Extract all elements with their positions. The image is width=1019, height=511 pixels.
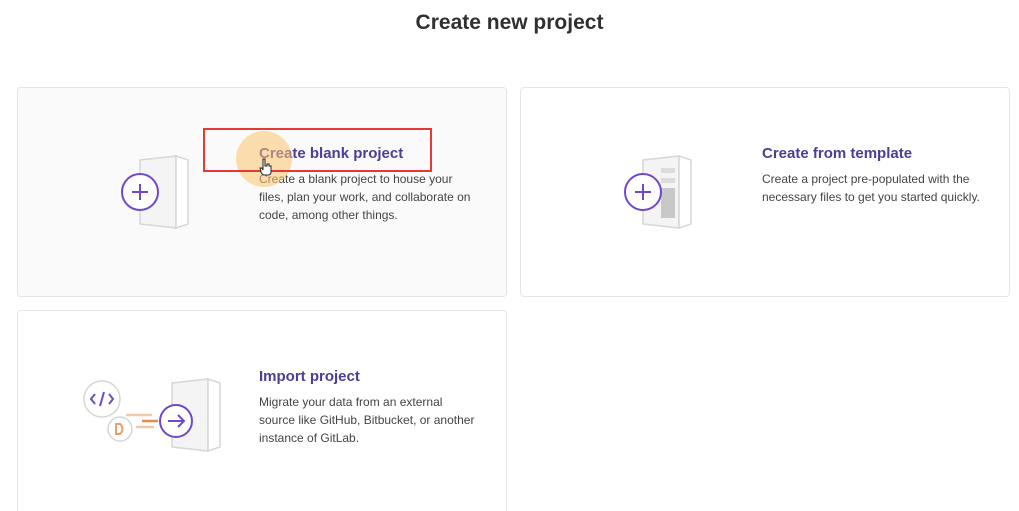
import-project-card[interactable]: Import project Migrate your data from an…	[17, 310, 507, 511]
import-card-description: Migrate your data from an external sourc…	[259, 395, 475, 445]
template-card-title[interactable]: Create from template	[762, 144, 982, 164]
template-card-text: Create from template Create a project pr…	[762, 144, 982, 206]
import-card-text: Import project Migrate your data from an…	[259, 367, 479, 447]
blank-card-title[interactable]: Create blank project	[259, 144, 479, 164]
template-document-icon	[624, 154, 692, 230]
blank-card-description: Create a blank project to house your fil…	[259, 172, 471, 222]
page-title: Create new project	[415, 11, 604, 34]
import-document-icon	[83, 377, 221, 453]
import-card-title[interactable]: Import project	[259, 367, 479, 387]
plus-document-icon	[121, 154, 189, 230]
new-project-page: Create new project Create blank project …	[0, 0, 1019, 511]
create-from-template-card[interactable]: Create from template Create a project pr…	[520, 87, 1010, 297]
create-blank-project-card[interactable]: Create blank project Create a blank proj…	[17, 87, 507, 297]
template-card-description: Create a project pre-populated with the …	[762, 172, 980, 204]
blank-card-text: Create blank project Create a blank proj…	[259, 144, 479, 224]
